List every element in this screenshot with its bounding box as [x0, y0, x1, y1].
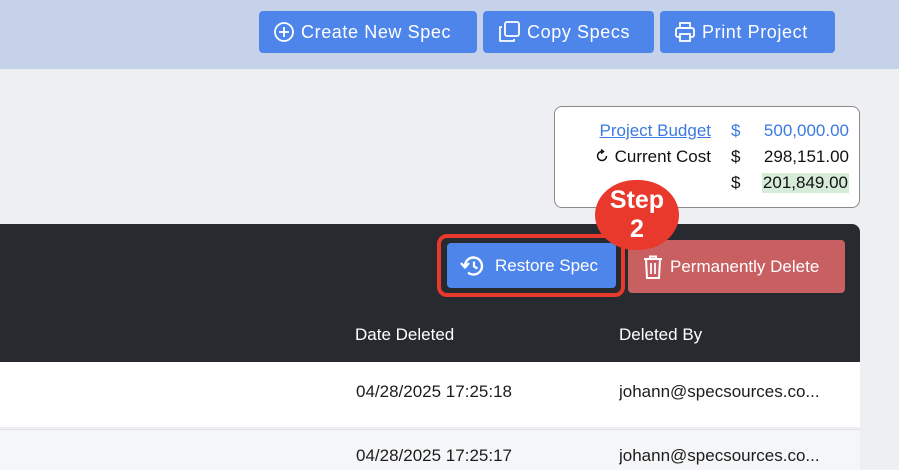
current-cost-row: Current Cost $ 298,151.00	[555, 147, 859, 171]
refresh-icon[interactable]	[595, 148, 609, 163]
table-row[interactable]: 04/28/2025 17:25:17 johann@specsources.c…	[0, 429, 860, 470]
budget-row: Project Budget $ 500,000.00	[555, 121, 859, 145]
copy-icon	[499, 21, 520, 42]
current-cost-value: 298,151.00	[763, 147, 849, 166]
column-header-deleted-by[interactable]: Deleted By	[619, 325, 702, 345]
permanently-delete-label: Permanently Delete	[670, 256, 820, 276]
copy-specs-label: Copy Specs	[527, 21, 631, 42]
column-header-date-deleted[interactable]: Date Deleted	[355, 325, 454, 345]
deleted-by-cell: johann@specsources.co...	[619, 382, 820, 401]
print-project-button[interactable]: Print Project	[660, 11, 835, 53]
restore-history-icon	[460, 255, 484, 276]
cost-currency: $	[731, 147, 741, 166]
project-budget-link[interactable]: Project Budget	[599, 121, 711, 141]
table-row[interactable]: 04/28/2025 17:25:18 johann@specsources.c…	[0, 362, 860, 427]
top-toolbar: Create New Spec Copy Specs Print Project	[0, 0, 899, 69]
step-number: 2	[630, 215, 644, 243]
create-new-spec-button[interactable]: Create New Spec	[259, 11, 477, 53]
plus-circle-icon	[274, 22, 294, 42]
copy-specs-button[interactable]: Copy Specs	[483, 11, 654, 53]
current-cost-label: Current Cost	[614, 147, 711, 166]
step-annotation-badge: Step 2	[595, 180, 679, 250]
step-word: Step	[609, 186, 665, 214]
date-deleted-cell: 04/28/2025 17:25:18	[356, 382, 512, 401]
budget-currency: $	[731, 121, 741, 140]
budget-value: 500,000.00	[763, 121, 849, 140]
date-deleted-cell: 04/28/2025 17:25:17	[356, 446, 512, 465]
permanently-delete-button[interactable]: Permanently Delete	[628, 240, 845, 293]
restore-spec-button[interactable]: Restore Spec	[447, 243, 616, 288]
remaining-value: 201,849.00	[761, 173, 849, 193]
remaining-currency: $	[731, 173, 741, 192]
printer-icon	[675, 22, 695, 42]
deleted-by-cell: johann@specsources.co...	[619, 446, 820, 465]
trash-icon	[644, 255, 662, 279]
current-cost-label-wrap: Current Cost	[595, 147, 711, 167]
create-new-spec-label: Create New Spec	[301, 21, 452, 42]
restore-spec-label: Restore Spec	[495, 255, 598, 275]
print-project-label: Print Project	[702, 21, 808, 42]
